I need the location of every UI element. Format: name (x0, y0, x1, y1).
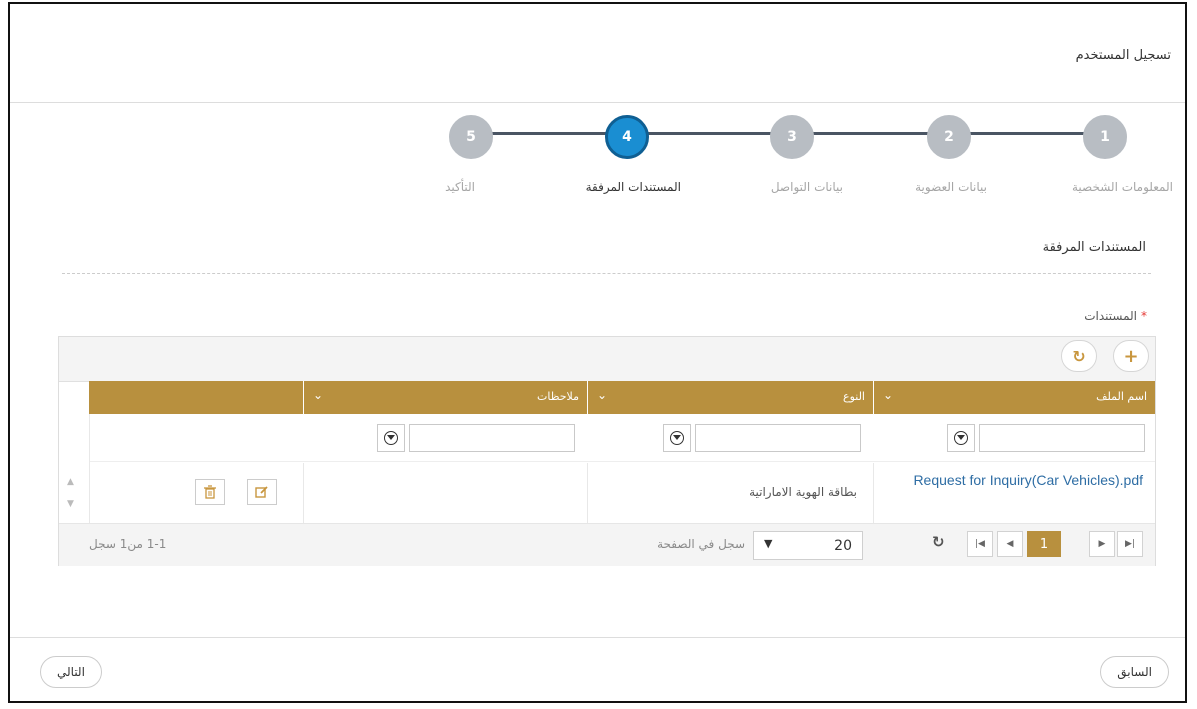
add-document-button[interactable]: + (1113, 340, 1149, 372)
page-title: تسجيل المستخدم (1075, 48, 1171, 63)
refresh-pager-icon[interactable]: ↻ (932, 533, 945, 551)
table-row-notes (305, 463, 585, 523)
edit-row-button[interactable] (247, 479, 277, 505)
last-page-button[interactable]: ▶| (1117, 531, 1143, 557)
section-title: المستندات المرفقة (1042, 240, 1146, 255)
scroll-down-icon[interactable]: ▼ (67, 499, 74, 509)
step-1-circle[interactable]: 1 (1083, 115, 1127, 159)
header-separator (873, 381, 874, 414)
column-type-label: النوع (843, 390, 865, 403)
current-page-number: 1 (1039, 536, 1049, 552)
refresh-grid-button[interactable]: ↻ (1061, 340, 1097, 372)
header-separator (303, 381, 304, 414)
first-page-icon: |◀ (975, 539, 985, 549)
chevron-down-icon[interactable]: ⌄ (313, 388, 323, 402)
page-size-label: سجل في الصفحة (657, 537, 745, 551)
column-separator (89, 414, 90, 523)
step-1-label: المعلومات الشخصية (1072, 180, 1173, 194)
table-row-type: بطاقة الهوية الاماراتية (589, 463, 871, 523)
filter-icon (954, 431, 968, 445)
last-page-icon: ▶| (1125, 539, 1135, 549)
filename-filter-button[interactable] (947, 424, 975, 452)
column-filename-label: اسم الملف (1096, 390, 1147, 403)
chevron-down-icon[interactable]: ⌄ (597, 388, 607, 402)
step-3-circle[interactable]: 3 (770, 115, 814, 159)
panel-header: تسجيل المستخدم (10, 4, 1185, 103)
step-4-number: 4 (622, 129, 632, 145)
previous-page-icon: ◀ (1006, 539, 1014, 549)
documents-grid: + ↻ اسم الملف ⌄ النوع ⌄ ملاحظات ⌄ Reques… (58, 336, 1156, 566)
type-value: بطاقة الهوية الاماراتية (749, 485, 857, 499)
notes-filter-input[interactable] (409, 424, 575, 452)
column-separator (303, 463, 304, 523)
type-filter-button[interactable] (663, 424, 691, 452)
filter-icon (670, 431, 684, 445)
pager-summary: 1-1 من1 سجل (89, 537, 167, 551)
previous-page-button[interactable]: ◀ (997, 531, 1023, 557)
refresh-icon: ↻ (1072, 346, 1086, 366)
table-row-filename[interactable]: Request for Inquiry(Car Vehicles).pdf (875, 463, 1153, 523)
required-mark: * (1141, 309, 1147, 323)
page-size-select[interactable]: 20 ▼ (753, 531, 863, 560)
grid-toolbar: + ↻ (59, 337, 1155, 382)
section-divider (62, 273, 1151, 274)
next-page-icon: ▶ (1098, 539, 1106, 549)
edit-icon (255, 486, 268, 498)
type-filter-input[interactable] (695, 424, 861, 452)
step-5-number: 5 (466, 129, 476, 145)
file-link[interactable]: Request for Inquiry(Car Vehicles).pdf (913, 472, 1143, 488)
notes-filter-button[interactable] (377, 424, 405, 452)
filter-row (89, 414, 1155, 462)
step-2-circle[interactable]: 2 (927, 115, 971, 159)
column-notes-label: ملاحظات (537, 390, 579, 403)
step-3-number: 3 (787, 129, 797, 145)
delete-row-button[interactable] (195, 479, 225, 505)
filter-icon (384, 431, 398, 445)
step-2-number: 2 (944, 129, 954, 145)
grid-pager: ▶| ▶ 1 ◀ |◀ ↻ 20 ▼ سجل في الصفحة 1-1 من1… (59, 523, 1155, 566)
filename-filter-input[interactable] (979, 424, 1145, 452)
step-5-circle[interactable]: 5 (449, 115, 493, 159)
step-3-label: بيانات التواصل (770, 180, 843, 194)
trash-icon (204, 485, 216, 499)
step-5-label: التأكيد (445, 180, 475, 194)
column-header-filename[interactable]: اسم الملف ⌄ (873, 381, 1155, 414)
step-2-label: بيانات العضوية (915, 180, 987, 194)
next-button[interactable]: التالي (40, 656, 102, 688)
chevron-down-icon: ▼ (764, 537, 773, 550)
table-row-actions (91, 463, 301, 523)
step-4-label: المستندات المرفقة (585, 180, 681, 194)
plus-icon: + (1123, 345, 1139, 367)
column-header-actions (89, 381, 303, 414)
next-page-button[interactable]: ▶ (1089, 531, 1115, 557)
step-1-number: 1 (1100, 129, 1110, 145)
column-header-type[interactable]: النوع ⌄ (587, 381, 873, 414)
column-header-notes[interactable]: ملاحظات ⌄ (303, 381, 587, 414)
header-separator (587, 381, 588, 414)
current-page-button[interactable]: 1 (1027, 531, 1061, 557)
panel-footer: السابق التالي (10, 637, 1185, 704)
chevron-down-icon[interactable]: ⌄ (883, 388, 893, 402)
step-4-circle[interactable]: 4 (605, 115, 649, 159)
documents-label-text: المستندات (1084, 309, 1137, 323)
registration-panel: تسجيل المستخدم 1 2 3 4 5 المعلومات الشخص… (8, 2, 1187, 703)
previous-button[interactable]: السابق (1100, 656, 1169, 688)
column-separator (587, 463, 588, 523)
first-page-button[interactable]: |◀ (967, 531, 993, 557)
documents-label: * المستندات (1084, 309, 1147, 323)
scroll-up-icon[interactable]: ▲ (67, 477, 74, 487)
column-separator (873, 463, 874, 523)
page-size-value: 20 (834, 538, 852, 554)
